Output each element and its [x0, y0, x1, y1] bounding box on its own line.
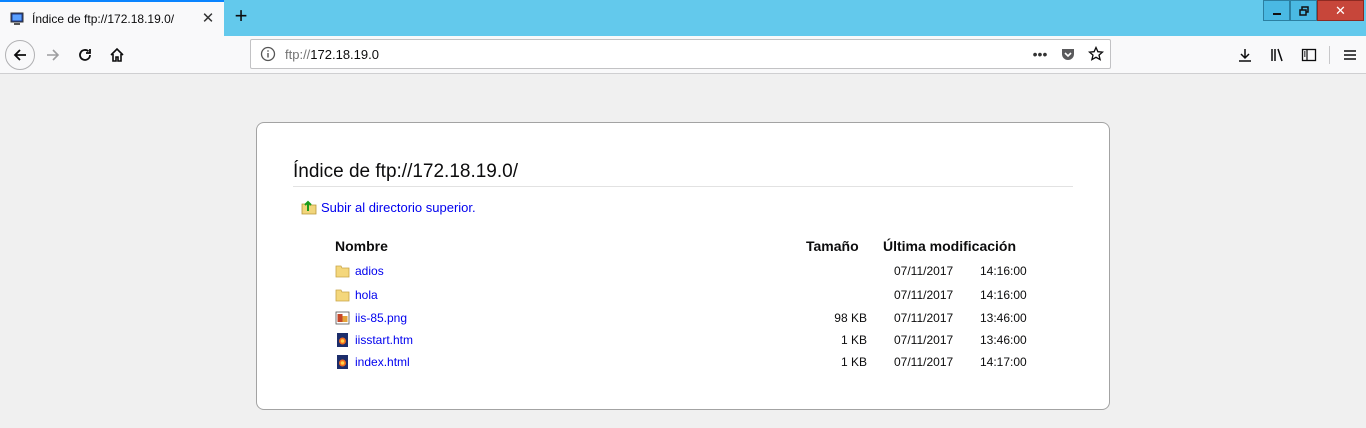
- tab-active[interactable]: Índice de ftp://172.18.19.0/ ✕: [0, 0, 224, 36]
- toolbar-separator: [1329, 46, 1330, 64]
- table-row[interactable]: adios 07/11/2017 14:16:00: [335, 262, 1035, 280]
- forward-button[interactable]: [38, 40, 68, 70]
- hamburger-menu-icon: [1344, 50, 1356, 60]
- info-icon[interactable]: [260, 46, 276, 62]
- navigation-bar: ftp://172.18.19.0 •••: [0, 36, 1366, 74]
- sidebar-button[interactable]: [1293, 40, 1325, 70]
- column-header-name[interactable]: Nombre: [335, 238, 388, 254]
- table-row[interactable]: index.html 1 KB 07/11/2017 14:17:00: [335, 353, 1035, 371]
- image-file-icon: [335, 311, 350, 325]
- url-host: 172.18.19.0: [310, 46, 379, 62]
- page-title: Índice de ftp://172.18.19.0/: [293, 161, 1073, 187]
- library-button[interactable]: [1261, 40, 1293, 70]
- window-controls: ✕: [1263, 0, 1364, 22]
- up-folder-icon: [301, 200, 317, 215]
- file-time: 14:16:00: [980, 288, 1027, 302]
- home-icon: [110, 47, 124, 62]
- downloads-button[interactable]: [1229, 40, 1261, 70]
- table-row[interactable]: iisstart.htm 1 KB 07/11/2017 13:46:00: [335, 331, 1035, 349]
- close-window-button[interactable]: ✕: [1317, 0, 1364, 21]
- file-size: 1 KB: [840, 355, 867, 369]
- home-button[interactable]: [102, 40, 132, 70]
- file-name-link[interactable]: adios: [355, 264, 384, 278]
- pocket-icon[interactable]: [1060, 46, 1076, 62]
- url-bar[interactable]: ftp://172.18.19.0 •••: [250, 39, 1111, 69]
- page-actions-icon[interactable]: •••: [1032, 46, 1048, 62]
- close-icon: ✕: [1335, 2, 1346, 18]
- restore-icon: [1298, 5, 1309, 16]
- url-text[interactable]: ftp://172.18.19.0: [285, 47, 1032, 62]
- parent-directory-label[interactable]: Subir al directorio superior.: [321, 200, 476, 215]
- file-name-link[interactable]: index.html: [355, 355, 410, 369]
- html-file-icon: [337, 355, 348, 369]
- table-row[interactable]: hola 07/11/2017 14:16:00: [335, 286, 1035, 304]
- minimize-button[interactable]: [1263, 0, 1290, 21]
- file-date: 07/11/2017: [894, 333, 954, 347]
- file-time: 14:17:00: [980, 355, 1027, 369]
- column-header-modified[interactable]: Última modificación: [883, 238, 1016, 254]
- file-size: 1 KB: [840, 333, 867, 347]
- file-time: 14:16:00: [980, 264, 1027, 278]
- tab-title: Índice de ftp://172.18.19.0/: [32, 12, 175, 26]
- directory-listing-card: Índice de ftp://172.18.19.0/ Subir al di…: [256, 122, 1110, 410]
- restore-button[interactable]: [1290, 0, 1317, 21]
- file-date: 07/11/2017: [894, 311, 954, 325]
- file-name-link[interactable]: iisstart.htm: [355, 333, 413, 347]
- folder-icon: [335, 289, 350, 302]
- tab-strip: Índice de ftp://172.18.19.0/ ✕ + ✕: [0, 0, 1366, 36]
- back-arrow-icon: [13, 49, 26, 61]
- close-tab-icon[interactable]: ✕: [200, 11, 216, 27]
- column-header-size[interactable]: Tamaño: [806, 238, 859, 254]
- parent-directory-link[interactable]: Subir al directorio superior.: [301, 199, 476, 215]
- bookmark-star-icon[interactable]: [1088, 46, 1104, 62]
- sidebar-icon: [1301, 48, 1317, 62]
- folder-icon: [335, 265, 350, 278]
- file-date: 07/11/2017: [894, 355, 954, 369]
- computer-icon: [10, 12, 24, 25]
- table-row[interactable]: iis-85.png 98 KB 07/11/2017 13:46:00: [335, 309, 1035, 327]
- file-time: 13:46:00: [980, 333, 1027, 347]
- file-time: 13:46:00: [980, 311, 1027, 325]
- file-name-link[interactable]: iis-85.png: [355, 311, 407, 325]
- file-size: 98 KB: [834, 311, 867, 325]
- minimize-icon: [1272, 12, 1281, 15]
- forward-arrow-icon: [47, 49, 60, 61]
- file-date: 07/11/2017: [894, 288, 954, 302]
- reload-button[interactable]: [70, 40, 100, 70]
- back-button[interactable]: [5, 40, 35, 70]
- new-tab-button[interactable]: +: [230, 5, 252, 28]
- library-icon: [1271, 48, 1283, 62]
- download-icon: [1239, 49, 1251, 62]
- html-file-icon: [337, 333, 348, 347]
- file-date: 07/11/2017: [894, 264, 954, 278]
- reload-icon: [79, 49, 91, 61]
- url-scheme: ftp://: [285, 46, 311, 62]
- file-name-link[interactable]: hola: [355, 288, 378, 302]
- menu-button[interactable]: [1334, 40, 1366, 70]
